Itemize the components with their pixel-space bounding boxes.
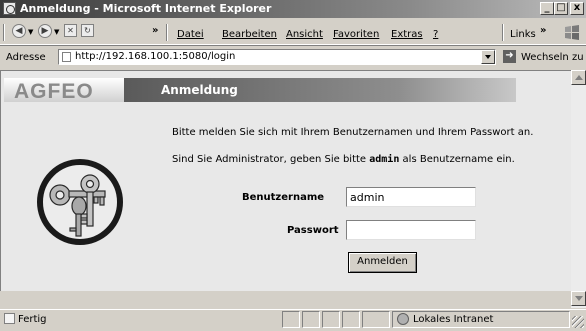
admin-hint-suffix: als Benutzername ein. bbox=[399, 154, 515, 165]
menu-favorites[interactable]: Favoriten bbox=[333, 29, 379, 40]
back-icon[interactable]: ◀ bbox=[12, 24, 26, 38]
menu-edit-label: Bearbeiten bbox=[222, 29, 277, 40]
menu-favorites-label: Favoriten bbox=[333, 29, 380, 40]
agfeo-logo: AGFEO bbox=[14, 80, 94, 103]
go-button-label[interactable]: Wechseln zu bbox=[521, 52, 584, 63]
menu-file[interactable]: Datei bbox=[177, 29, 204, 40]
status-panel bbox=[342, 311, 360, 328]
username-input[interactable] bbox=[346, 187, 476, 207]
admin-hint: Sind Sie Administrator, geben Sie bitte … bbox=[172, 154, 515, 165]
admin-hint-prefix: Sind Sie Administrator, geben Sie bitte bbox=[172, 154, 370, 165]
forward-icon[interactable]: ▶ bbox=[38, 24, 52, 38]
status-panel bbox=[282, 311, 300, 328]
links-separator bbox=[502, 24, 504, 41]
page-icon bbox=[62, 52, 71, 62]
login-instruction: Bitte melden Sie sich mit Ihrem Benutzer… bbox=[172, 127, 534, 138]
password-label: Passwort bbox=[287, 225, 339, 236]
links-more-icon[interactable]: » bbox=[540, 25, 546, 36]
menu-help-label: ? bbox=[433, 29, 439, 40]
toolbar-separator bbox=[166, 24, 168, 41]
menu-help[interactable]: ? bbox=[433, 29, 438, 40]
address-label: Adresse bbox=[6, 52, 46, 63]
window-title: Anmeldung - Microsoft Internet Explorer bbox=[20, 2, 272, 15]
page-header-title: Anmeldung bbox=[161, 83, 238, 97]
menu-file-label: Datei bbox=[177, 29, 204, 40]
address-input[interactable]: http://192.168.100.1:5080/login bbox=[58, 49, 496, 65]
windows-logo-icon bbox=[565, 25, 579, 40]
scroll-up-icon[interactable] bbox=[571, 70, 586, 85]
password-input[interactable] bbox=[346, 220, 476, 240]
go-arrow-icon[interactable]: ➜ bbox=[503, 50, 516, 63]
admin-hint-keyword: admin bbox=[369, 154, 400, 165]
close-button[interactable]: x bbox=[570, 2, 584, 15]
menu-view-label: Ansicht bbox=[286, 29, 323, 40]
page-status-icon bbox=[4, 313, 15, 324]
status-text: Fertig bbox=[18, 314, 47, 325]
username-label: Benutzername bbox=[242, 192, 325, 203]
menu-tools[interactable]: Extras bbox=[391, 29, 423, 40]
stop-icon[interactable]: ✕ bbox=[64, 24, 77, 37]
status-panel bbox=[302, 311, 320, 328]
back-dropdown-icon[interactable]: ▼ bbox=[28, 28, 33, 36]
resize-grip[interactable] bbox=[572, 316, 584, 328]
vertical-scrollbar[interactable] bbox=[571, 70, 586, 308]
address-url[interactable]: http://192.168.100.1:5080/login bbox=[75, 51, 235, 62]
menu-view[interactable]: Ansicht bbox=[286, 29, 323, 40]
login-button[interactable]: Anmelden bbox=[348, 252, 417, 273]
toolbar-grip bbox=[3, 24, 5, 41]
menu-edit[interactable]: Bearbeiten bbox=[222, 29, 277, 40]
title-bar: Anmeldung - Microsoft Internet Explorer bbox=[0, 0, 586, 18]
intranet-zone-icon bbox=[397, 313, 409, 325]
menu-tools-label: Extras bbox=[391, 29, 423, 40]
address-bar: Adresse http://192.168.100.1:5080/login … bbox=[0, 45, 586, 68]
minimize-button[interactable]: _ bbox=[540, 2, 554, 15]
maximize-button[interactable]: □ bbox=[554, 2, 568, 15]
links-label[interactable]: Links bbox=[510, 29, 536, 40]
security-zone: Lokales Intranet bbox=[413, 314, 494, 325]
refresh-icon[interactable]: ↻ bbox=[81, 24, 94, 37]
address-dropdown-icon[interactable] bbox=[481, 50, 495, 64]
ie-page-icon bbox=[3, 2, 16, 15]
keys-icon bbox=[37, 159, 123, 245]
status-panel bbox=[322, 311, 340, 328]
forward-dropdown-icon[interactable]: ▼ bbox=[54, 28, 59, 36]
toolbar-more-icon[interactable]: » bbox=[152, 25, 158, 36]
status-panel bbox=[362, 311, 390, 328]
scroll-down-icon[interactable] bbox=[571, 291, 586, 306]
